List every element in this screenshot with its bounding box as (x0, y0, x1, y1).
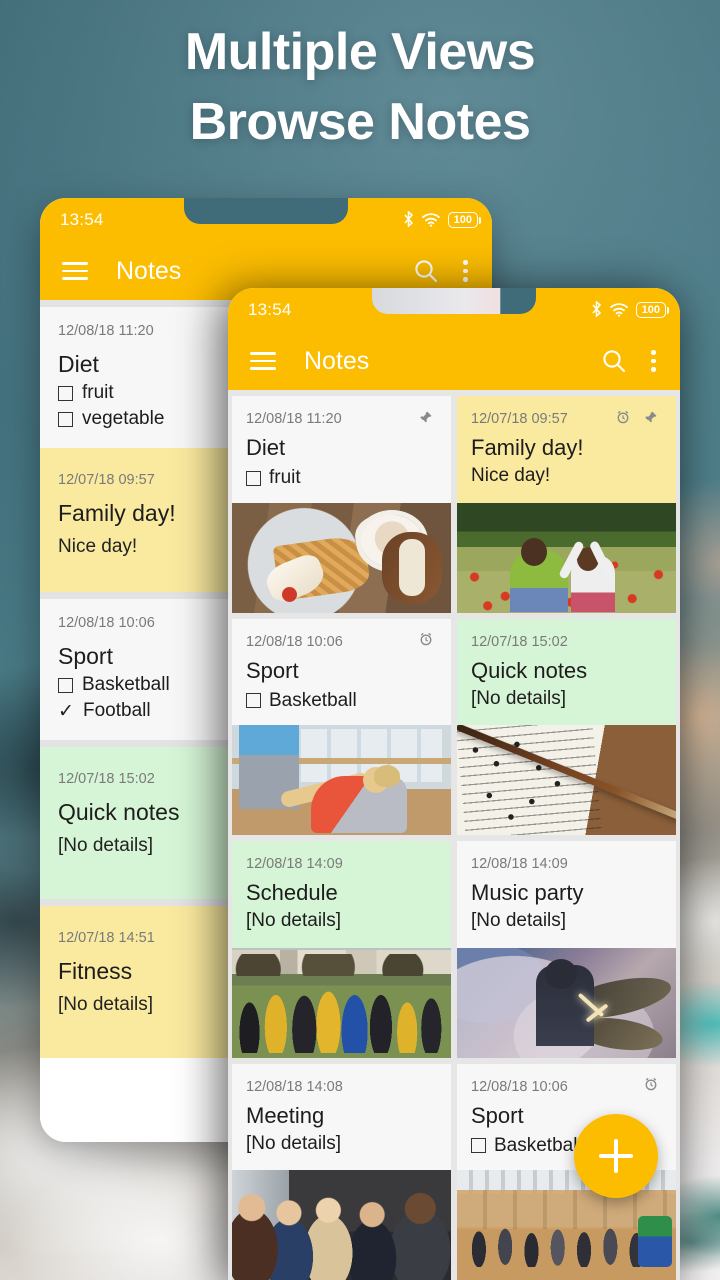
gym-stretching-photo (232, 725, 451, 835)
note-card[interactable]: 12/07/18 15:02 Quick notes [No details] (457, 618, 676, 835)
search-icon[interactable] (413, 258, 439, 284)
note-subtitle: Nice day! (471, 465, 551, 486)
pin-icon (644, 410, 658, 429)
checklist-text: fruit (269, 467, 301, 488)
display-notch-front (372, 288, 536, 314)
promo-screenshot: Multiple Views Browse Notes 13:54 100 No… (0, 0, 720, 1280)
checkbox-unchecked-icon[interactable] (471, 1138, 486, 1153)
note-card[interactable]: 12/08/18 11:20 Diet fruit (232, 396, 451, 613)
checklist-text: Basketball (82, 674, 170, 695)
note-date: 12/08/18 10:06 (471, 1078, 568, 1095)
headline-line-2: Browse Notes (189, 92, 531, 151)
note-card[interactable]: 12/08/18 14:09 Music party [No details] (457, 841, 676, 1058)
mother-and-child-poppy-field-photo (457, 502, 676, 613)
note-date: 12/08/18 10:06 (246, 633, 343, 650)
bluetooth-icon (591, 299, 602, 320)
alarm-icon (616, 410, 630, 429)
checklist-text: Basketball (269, 689, 357, 711)
note-title: Diet (246, 435, 286, 460)
note-date: 12/08/18 14:08 (246, 1078, 343, 1095)
app-title-front: Notes (304, 346, 370, 375)
note-subtitle: [No details] (246, 1132, 342, 1154)
note-date: 12/08/18 14:09 (246, 856, 343, 872)
note-date: 12/08/18 11:20 (246, 411, 342, 427)
checkbox-unchecked-icon[interactable] (246, 470, 261, 486)
promo-headline: Multiple Views Browse Notes (0, 18, 720, 157)
overflow-menu-icon[interactable] (651, 350, 656, 372)
bluetooth-icon (403, 209, 414, 230)
battery-icon: 100 (447, 211, 482, 229)
note-date: 12/07/18 09:57 (58, 472, 155, 488)
note-title: Meeting (246, 1102, 325, 1128)
note-date: 12/08/18 14:09 (471, 856, 568, 872)
checkmark-icon[interactable]: ✓ (58, 702, 74, 721)
note-date: 12/07/18 15:02 (58, 771, 155, 787)
checkbox-unchecked-icon[interactable] (58, 411, 73, 427)
note-title: Quick notes (471, 657, 588, 683)
checklist-text: Football (83, 700, 151, 721)
hamburger-menu-icon[interactable] (62, 262, 88, 280)
note-date: 12/07/18 09:57 (471, 411, 568, 427)
note-date: 12/08/18 11:20 (58, 323, 154, 339)
pin-icon (419, 410, 433, 429)
app-title-back: Notes (116, 256, 182, 285)
drummer-stage-smoke-photo (457, 947, 676, 1058)
breakfast-waffles-photo (232, 502, 451, 613)
wifi-icon (421, 213, 440, 227)
note-title: Schedule (246, 880, 338, 905)
rugby-match-photo (232, 947, 451, 1058)
sheet-music-violin-bow-photo (457, 725, 676, 835)
note-title: Family day! (471, 435, 584, 460)
note-card[interactable]: 12/08/18 10:06 Sport Basketball (232, 618, 451, 835)
business-meeting-photo (232, 1170, 451, 1280)
note-card[interactable]: 12/08/18 14:09 Schedule [No details] (232, 841, 451, 1058)
overflow-menu-icon[interactable] (463, 260, 468, 282)
note-date: 12/07/18 14:51 (58, 930, 155, 946)
status-time: 13:54 (60, 210, 104, 229)
checklist-text: Basketball (494, 1134, 582, 1156)
status-bar-back: 13:54 100 (40, 198, 492, 242)
note-date: 12/08/18 10:06 (58, 615, 155, 631)
search-icon[interactable] (601, 348, 627, 374)
note-title: Sport (246, 657, 299, 683)
battery-icon: 100 (635, 301, 670, 319)
add-note-fab[interactable] (574, 1114, 658, 1198)
checklist-row: Basketball (246, 690, 437, 712)
note-card[interactable]: 12/08/18 14:08 Meeting [No details] (232, 1063, 451, 1280)
checklist-row: fruit (246, 467, 437, 489)
note-date: 12/07/18 15:02 (471, 633, 568, 650)
alarm-icon (419, 632, 433, 651)
note-card[interactable]: 12/07/18 09:57 Family day! Nice day! (457, 396, 676, 613)
checkbox-unchecked-icon[interactable] (58, 385, 73, 401)
note-subtitle: [No details] (246, 910, 342, 931)
wifi-icon (609, 303, 628, 317)
status-time: 13:54 (248, 300, 292, 319)
status-bar-front: 13:54 100 (228, 288, 680, 332)
checkbox-unchecked-icon[interactable] (58, 677, 73, 693)
app-toolbar-front: Notes (228, 332, 680, 390)
display-notch-back (184, 198, 348, 224)
note-title: Music party (471, 880, 584, 905)
note-subtitle: [No details] (471, 910, 567, 931)
phone-front-grid-view: 13:54 100 Notes 12/08/18 11:20 Diet frui… (228, 288, 680, 1280)
alarm-icon (644, 1077, 658, 1096)
checklist-text: fruit (82, 382, 114, 403)
checkbox-unchecked-icon[interactable] (246, 693, 261, 708)
headline-line-1: Multiple Views (184, 23, 536, 81)
note-subtitle: [No details] (471, 687, 567, 709)
checklist-text: vegetable (82, 408, 165, 429)
hamburger-menu-icon[interactable] (250, 352, 276, 370)
